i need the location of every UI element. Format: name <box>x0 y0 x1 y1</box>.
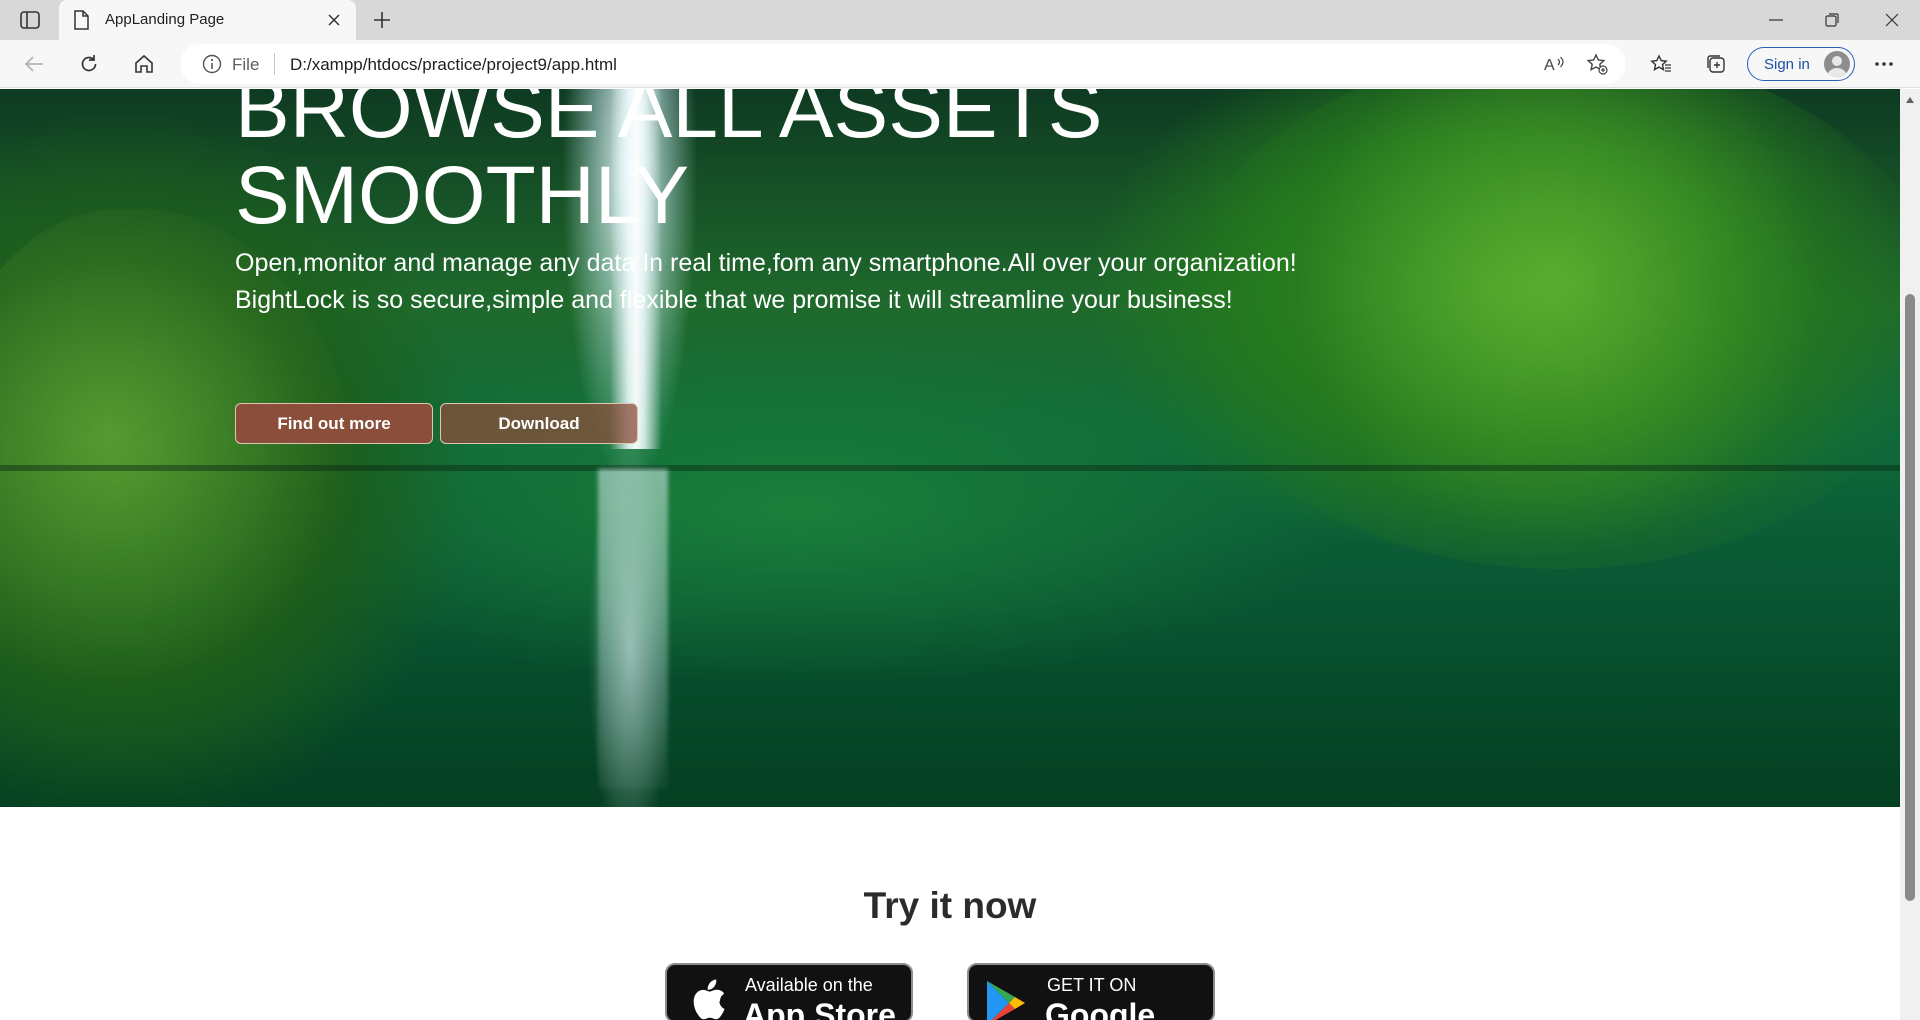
read-aloud-icon[interactable]: A <box>1542 52 1566 76</box>
browser-tab[interactable]: AppLanding Page <box>59 0 356 40</box>
google-play-small-text: GET IT ON <box>1047 975 1137 995</box>
hero-section: BROWSE ALL ASSETS SMOOTHLY Open,monitor … <box>0 89 1900 807</box>
browser-titlebar: AppLanding Page <box>0 0 1920 40</box>
hero-background-shore <box>0 465 1900 471</box>
app-store-small-text: Available on the <box>745 975 873 995</box>
document-icon <box>73 10 89 35</box>
hero-description: Open,monitor and manage any data In real… <box>235 245 1315 319</box>
address-separator <box>274 53 275 75</box>
new-tab-icon[interactable] <box>368 6 396 34</box>
sign-in-button[interactable]: Sign in <box>1747 47 1855 81</box>
app-store-big-text: App Store <box>743 997 896 1020</box>
refresh-icon[interactable] <box>72 48 106 80</box>
browser-toolbar: File D:/xampp/htdocs/practice/project9/a… <box>0 40 1920 88</box>
scroll-up-arrow-icon[interactable] <box>1906 97 1914 103</box>
address-bar[interactable]: File D:/xampp/htdocs/practice/project9/a… <box>180 44 1626 84</box>
hero-description-line1: Open,monitor and manage any data In real… <box>235 249 1297 277</box>
add-favorite-icon[interactable] <box>1585 52 1609 76</box>
collections-icon[interactable] <box>1699 48 1733 80</box>
google-play-big-text: Google Play <box>1045 997 1156 1020</box>
tab-actions-icon[interactable] <box>16 8 44 32</box>
find-out-more-button[interactable]: Find out more <box>235 403 433 444</box>
page-viewport: BROWSE ALL ASSETS SMOOTHLY Open,monitor … <box>0 89 1900 1020</box>
try-it-now-heading: Try it now <box>863 885 1037 926</box>
hero-title-line2: SMOOTHLY <box>235 150 690 241</box>
restore-icon[interactable] <box>1804 0 1860 40</box>
info-icon[interactable] <box>202 54 222 79</box>
more-options-icon[interactable] <box>1867 48 1901 80</box>
address-scheme: File <box>232 55 260 74</box>
app-store-badge[interactable]: Available on the App Store <box>665 963 913 1020</box>
google-play-logo-icon <box>985 979 1029 1020</box>
address-url[interactable]: D:/xampp/htdocs/practice/project9/app.ht… <box>290 55 617 75</box>
google-play-badge[interactable]: GET IT ON Google Play <box>967 963 1215 1020</box>
hero-title-line1: BROWSE ALL ASSETS <box>235 89 1103 155</box>
back-icon[interactable] <box>17 48 51 80</box>
tab-title: AppLanding Page <box>105 11 225 28</box>
sign-in-label: Sign in <box>1764 56 1810 73</box>
close-tab-icon[interactable] <box>324 10 344 30</box>
page-scrollbar[interactable] <box>1900 89 1920 1020</box>
hero-background-reflection <box>598 469 668 789</box>
hero-background-foliage-right <box>1180 89 1900 569</box>
download-button[interactable]: Download <box>440 403 638 444</box>
scrollbar-thumb[interactable] <box>1905 294 1915 901</box>
minimize-icon[interactable] <box>1748 0 1804 40</box>
home-icon[interactable] <box>127 48 161 80</box>
avatar <box>1824 51 1850 77</box>
svg-text:A: A <box>1544 57 1555 74</box>
favorites-icon[interactable] <box>1644 48 1678 80</box>
apple-logo-icon <box>687 975 727 1020</box>
hero-title: BROWSE ALL ASSETS SMOOTHLY <box>235 89 1235 239</box>
close-window-icon[interactable] <box>1864 0 1920 40</box>
hero-description-line2: BightLock is so secure,simple and flexib… <box>235 286 1233 314</box>
